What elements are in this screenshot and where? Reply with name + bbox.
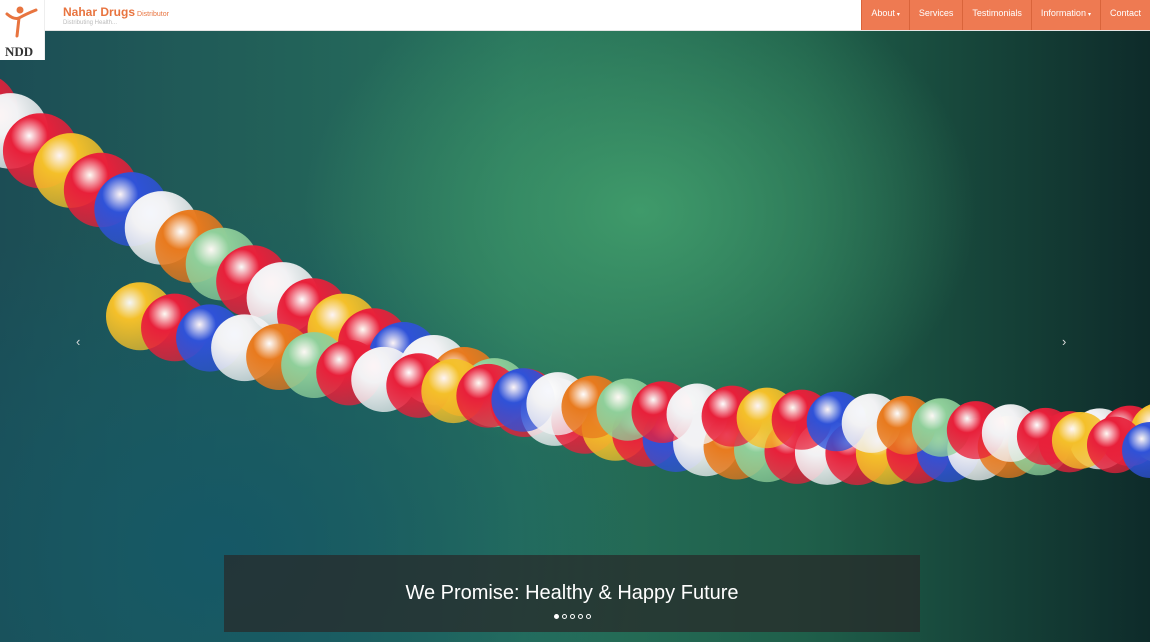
logo-letters: NDD	[5, 44, 33, 59]
caret-down-icon: ▾	[1087, 12, 1091, 18]
nav-label: Testimonials	[972, 8, 1022, 18]
carousel-caption: We Promise: Healthy & Happy Future	[405, 582, 739, 604]
company-logo[interactable]: NDD	[0, 0, 45, 60]
brand[interactable]: Nahar Drugs Distributor	[63, 4, 169, 20]
nav-label: Services	[918, 8, 954, 18]
carousel-next-icon[interactable]: ›	[1062, 334, 1066, 349]
nav-label: Contact	[1109, 8, 1141, 18]
carousel-indicator[interactable]	[561, 614, 567, 619]
carousel-indicator[interactable]	[553, 614, 559, 619]
brand-name: Nahar Drugs	[63, 5, 136, 19]
brand-tagline: Distributing Health...	[63, 20, 118, 26]
carousel-prev-icon[interactable]: ‹	[76, 334, 80, 349]
caption-box: We Promise: Healthy & Happy Future	[224, 555, 920, 632]
nav-item-services[interactable]: Services	[908, 0, 963, 30]
main-nav: About ▾ Services Testimonials Information ▾ Co…	[861, 0, 1150, 30]
nav-item-contact[interactable]: Contact	[1099, 0, 1150, 30]
carousel-indicator[interactable]	[585, 614, 591, 619]
nav-label: About	[871, 8, 895, 18]
carousel-indicators	[224, 614, 920, 619]
nav-item-information[interactable]: Information ▾	[1030, 0, 1100, 30]
logo-icon: NDD	[5, 6, 38, 59]
molecule-image	[0, 78, 1150, 486]
caret-down-icon: ▾	[896, 12, 900, 18]
nav-item-testimonials[interactable]: Testimonials	[962, 0, 1031, 30]
nav-item-about[interactable]: About ▾	[861, 0, 909, 30]
nav-label: Information	[1040, 8, 1086, 18]
carousel-indicator[interactable]	[577, 614, 583, 619]
top-navbar: NDD Nahar Drugs Distributor Distributing …	[0, 0, 1150, 60]
carousel-indicator[interactable]	[569, 614, 575, 619]
hero-carousel[interactable]: ‹ › We Promise: Healthy & Happy Future	[0, 31, 1150, 642]
brand-suffix: Distributor	[137, 11, 169, 18]
